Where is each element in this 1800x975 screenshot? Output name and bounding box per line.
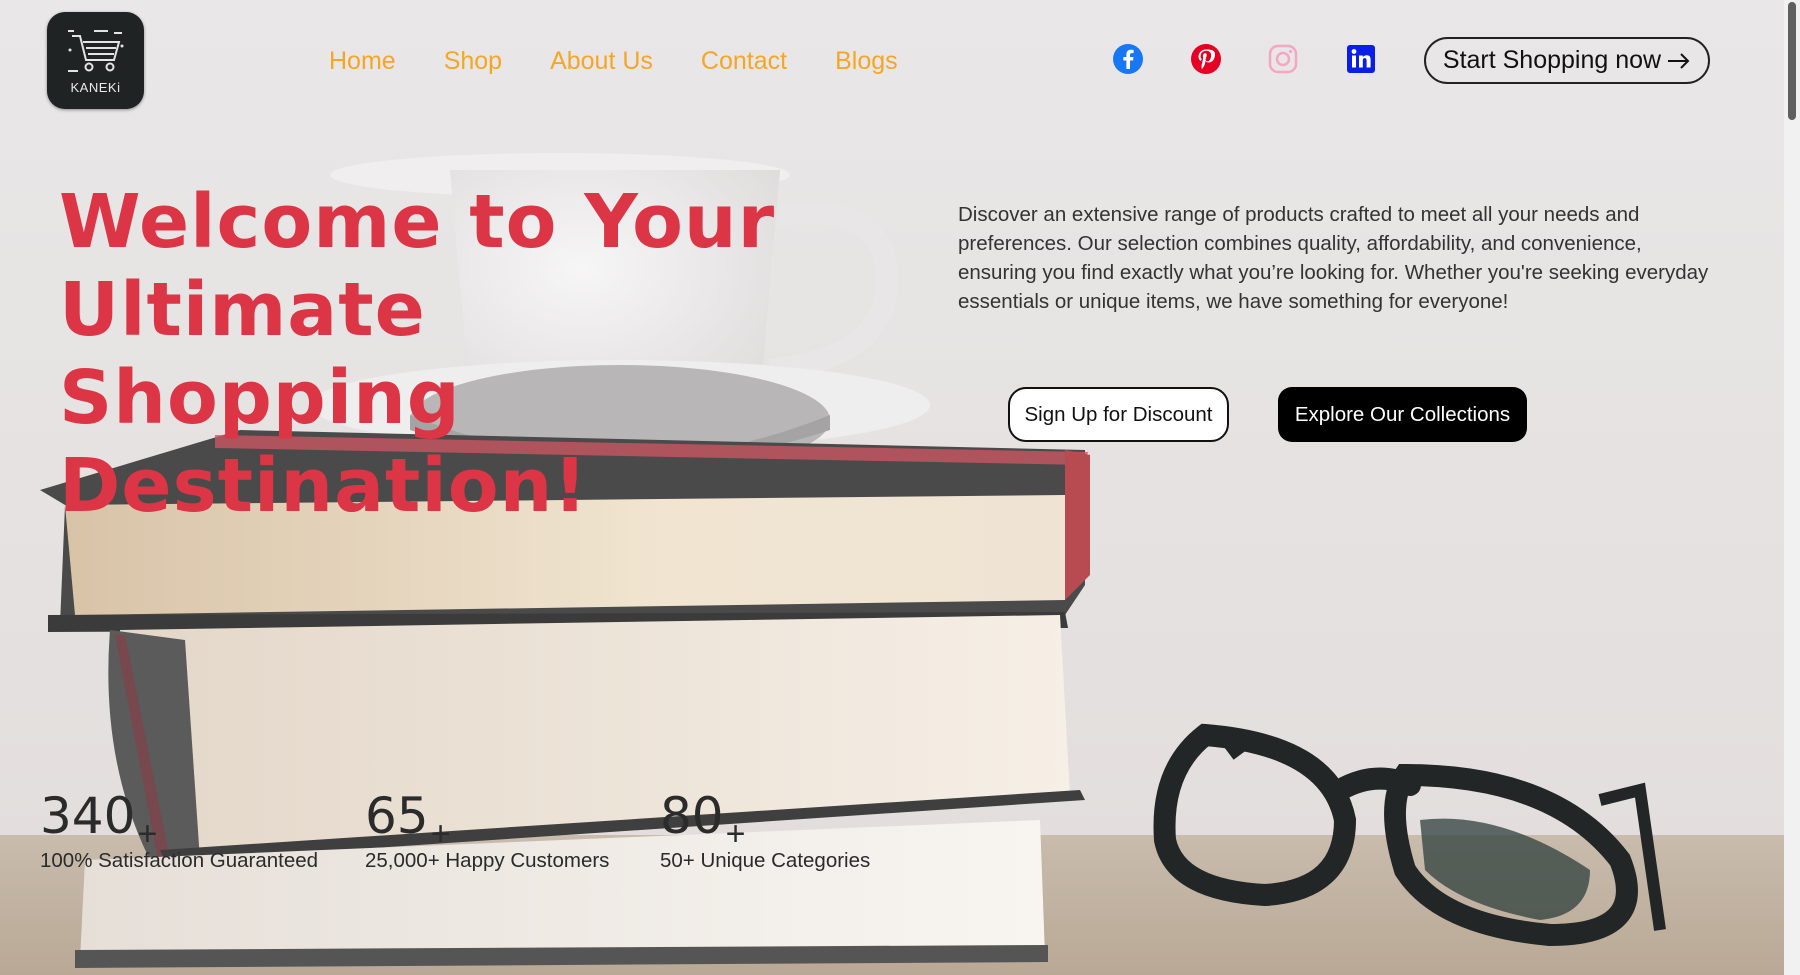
hero-description: Discover an extensive range of products …	[958, 203, 1709, 313]
pinterest-icon[interactable]	[1190, 43, 1222, 75]
stat-satisfaction: 340+ 100% Satisfaction Guaranteed	[40, 787, 318, 875]
nav-home[interactable]: Home	[329, 44, 396, 78]
nav-blogs[interactable]: Blogs	[835, 44, 898, 78]
instagram-icon[interactable]	[1267, 43, 1299, 75]
stat-categories: 80+ 50+ Unique Categories	[660, 787, 870, 875]
stat-label: 100% Satisfaction Guaranteed	[40, 849, 319, 872]
nav-contact[interactable]: Contact	[701, 44, 787, 78]
stat-plus: +	[725, 815, 746, 853]
hero-headline: Welcome to Your Ultimate Shopping Destin…	[59, 179, 776, 529]
stat-number: 65	[365, 787, 429, 845]
arrow-right-icon	[1668, 52, 1690, 69]
sign-up-discount-button[interactable]: Sign Up for Discount	[1008, 387, 1229, 442]
main-navigation: Home Shop About Us Contact Blogs	[329, 44, 898, 78]
page-scrollbar[interactable]	[1784, 0, 1800, 975]
brand-logo[interactable]: KANEKi	[47, 12, 144, 109]
stat-label: 50+ Unique Categories	[660, 849, 871, 872]
start-shopping-button[interactable]: Start Shopping now	[1424, 37, 1710, 84]
start-shopping-label: Start Shopping now	[1442, 46, 1662, 74]
shopping-cart-icon	[67, 30, 123, 72]
nav-about-us[interactable]: About Us	[550, 44, 653, 78]
stat-plus: +	[137, 815, 158, 853]
stat-label: 25,000+ Happy Customers	[365, 849, 610, 872]
nav-shop[interactable]: Shop	[444, 44, 502, 78]
facebook-icon[interactable]	[1112, 43, 1144, 75]
stat-customers: 65+ 25,000+ Happy Customers	[365, 787, 609, 875]
stat-plus: +	[430, 815, 451, 853]
stat-number: 340	[40, 787, 136, 845]
brand-name: KANEKi	[70, 80, 121, 95]
scrollbar-thumb[interactable]	[1788, 2, 1796, 120]
stat-number: 80	[660, 787, 724, 845]
explore-collections-button[interactable]: Explore Our Collections	[1278, 387, 1527, 442]
linkedin-icon[interactable]	[1345, 43, 1377, 75]
